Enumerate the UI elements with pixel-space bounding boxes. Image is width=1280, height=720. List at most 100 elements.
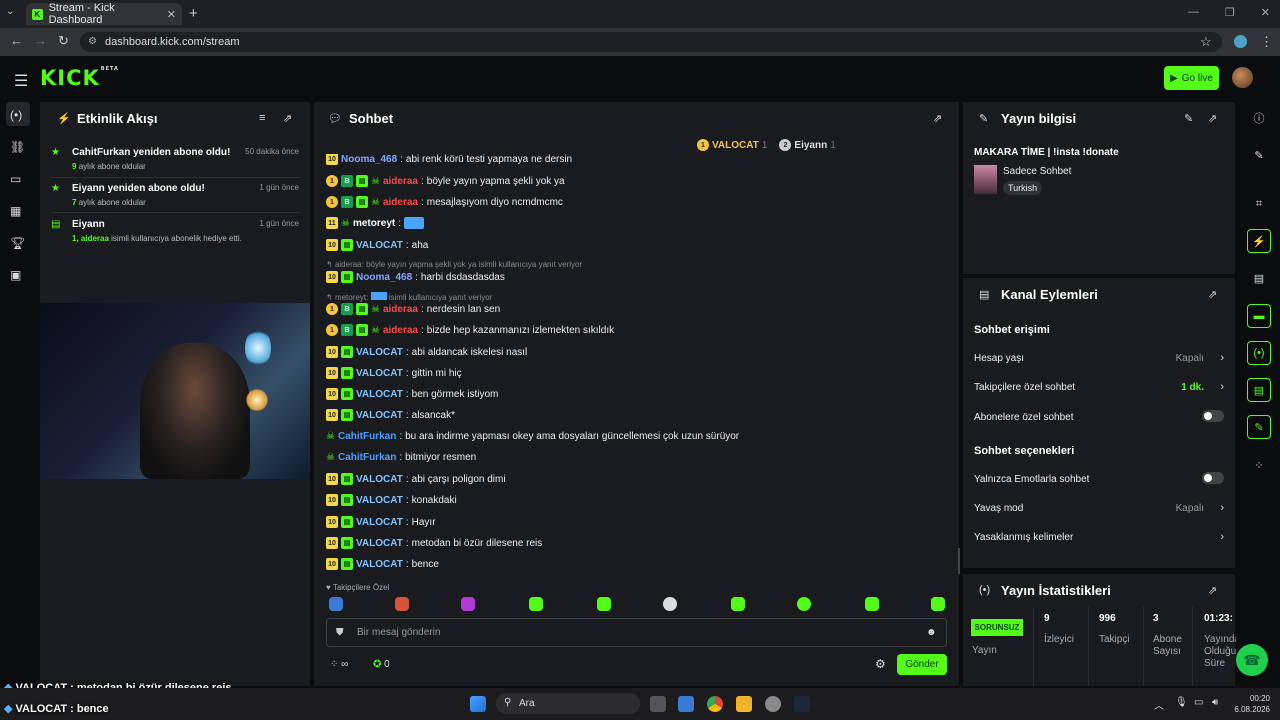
chat-title: Sohbet <box>349 111 394 126</box>
back-icon[interactable]: ← <box>10 33 23 48</box>
emote-icon[interactable] <box>663 597 677 611</box>
channel-actions-panel <box>963 278 1235 568</box>
hamburger-menu-icon[interactable]: ☰ <box>14 71 28 91</box>
reload-icon[interactable]: ↻ <box>58 33 69 49</box>
support-chat-icon[interactable]: ☎ <box>1236 644 1268 676</box>
capture-icon[interactable]: ⌗ <box>1247 192 1271 216</box>
emote-icon[interactable] <box>461 597 475 611</box>
filter-icon[interactable]: ≡ <box>259 112 265 124</box>
new-tab-icon[interactable]: + <box>189 5 198 22</box>
chevron-right-icon: › <box>1220 531 1224 543</box>
send-button[interactable]: Gönder <box>897 654 947 675</box>
chat-bubble-icon[interactable]: ▬ <box>1247 304 1271 328</box>
clips-icon[interactable]: ▣ <box>10 268 21 282</box>
kick-logo[interactable]: KICKBETA <box>40 66 119 90</box>
browser-tab[interactable]: K Stream - Kick Dashboard ✕ <box>26 2 182 26</box>
window-controls: — ❐ ✕ <box>1188 6 1270 19</box>
points-icon[interactable]: ⁘ ∞ <box>330 659 348 670</box>
followers-only-notice: ♥ Takipçilere Özel <box>326 583 390 592</box>
close-window-icon[interactable]: ✕ <box>1261 6 1270 19</box>
emote-icon[interactable] <box>529 597 543 611</box>
points-icon[interactable]: ⁘ <box>1247 453 1271 477</box>
emoji-icon[interactable]: ☻ <box>926 627 937 638</box>
stat-followers: 996 Takipçi <box>1099 613 1130 645</box>
stream-icon[interactable]: (•) <box>10 108 22 122</box>
stream-title: MAKARA TİME | !insta !donate <box>974 147 1119 158</box>
stat-subs: 3 Abone Sayısı <box>1153 613 1182 657</box>
steam-icon[interactable] <box>794 696 810 712</box>
channel-actions-icon[interactable]: ▤ <box>1247 378 1271 402</box>
popout-icon[interactable]: ⇗ <box>283 112 292 125</box>
settings-gear-icon[interactable]: ⚙ <box>875 657 886 671</box>
broadcast-icon[interactable]: (•) <box>1247 341 1271 365</box>
emote-icon[interactable] <box>597 597 611 611</box>
chat-message: ☠ CahitFurkan: bu ara indirme yapması oke… <box>326 431 740 442</box>
analytics-icon[interactable]: ▦ <box>10 204 21 218</box>
windows-start-icon[interactable] <box>470 696 486 712</box>
go-live-button[interactable]: ▶ Go live <box>1164 66 1219 90</box>
popout-icon[interactable]: ⇗ <box>933 112 942 125</box>
emote-icon[interactable] <box>865 597 879 611</box>
chat-message: 1 B ▤ ☠ aideraa: nerdesin lan sen <box>326 303 500 315</box>
kick-coin-icon[interactable]: ✪ 0 <box>373 659 390 670</box>
chat-message: 10 ▤ VALOCAT: konakdaki <box>326 494 457 506</box>
window-icon[interactable]: ▭ <box>10 172 21 186</box>
subs-chat-toggle[interactable] <box>1202 410 1224 422</box>
chat-message: 10 ▤ Nooma_468: harbi dsdasdasdas <box>326 271 505 283</box>
volume-icon[interactable]: 🔊︎ <box>1212 697 1218 708</box>
emote-icon[interactable] <box>395 597 409 611</box>
slow-mode-row[interactable]: Yavaş mod Kapalı › <box>974 502 1224 514</box>
trophy-icon[interactable]: 🏆︎ <box>10 236 25 250</box>
close-tab-icon[interactable]: ✕ <box>167 8 176 21</box>
emote-icon[interactable] <box>731 597 745 611</box>
taskbar-search[interactable]: Ara <box>496 693 640 714</box>
browser-menu-icon[interactable]: ⋮ <box>1260 34 1273 50</box>
bookmark-star-icon[interactable]: ☆ <box>1200 34 1212 50</box>
chrome-icon[interactable] <box>707 696 723 712</box>
site-info-icon[interactable]: ⚙ <box>88 36 97 47</box>
task-view-icon[interactable] <box>650 696 666 712</box>
reply-preview: ↰ metoreyt: isimli kullanıcıya yanıt ver… <box>326 292 493 302</box>
mic-icon[interactable]: 🎙︎ <box>1175 697 1188 708</box>
divider <box>51 177 301 178</box>
user-avatar[interactable] <box>1232 67 1253 88</box>
forward-icon[interactable]: → <box>34 33 47 48</box>
popout-icon[interactable]: ⇗ <box>1208 584 1217 597</box>
chat-scrollbar[interactable] <box>958 548 960 574</box>
lightning-icon[interactable]: ⚡ <box>1247 229 1271 253</box>
account-age-row[interactable]: Hesap yaşı Kapalı › <box>974 352 1224 364</box>
obs-icon[interactable] <box>765 696 781 712</box>
store-icon[interactable] <box>678 696 694 712</box>
file-explorer-icon[interactable] <box>736 696 752 712</box>
banned-words-row[interactable]: Yasaklanmış kelimeler › <box>974 531 1224 543</box>
chat-message: 10 ▤ VALOCAT: metodan bi özür dilesene rei… <box>326 537 542 549</box>
tray-chevron-icon[interactable]: ︿ <box>1154 697 1164 712</box>
emote-icon[interactable] <box>329 597 343 611</box>
browser-profile-icon[interactable] <box>1234 35 1247 48</box>
pencil-icon[interactable]: ✎ <box>1247 143 1271 167</box>
edit-pencil-icon[interactable]: ✎ <box>1184 112 1193 125</box>
chat-input[interactable]: Bir mesaj gönderin <box>326 618 947 647</box>
minimize-icon[interactable]: — <box>1188 6 1199 19</box>
chevron-right-icon: › <box>1220 352 1224 364</box>
taskbar-clock[interactable]: 00:20 6.08.2026 <box>1234 693 1270 715</box>
tab-list-icon[interactable]: ⌄ <box>6 6 14 17</box>
emote-icon[interactable] <box>931 597 945 611</box>
maximize-icon[interactable]: ❐ <box>1225 6 1235 19</box>
notes-icon[interactable]: ▤ <box>1247 266 1271 290</box>
emote-only-toggle[interactable] <box>1202 472 1224 484</box>
info-icon[interactable]: ⓘ <box>1247 106 1271 130</box>
link-icon[interactable]: ⛓ <box>10 140 25 154</box>
category-name: Sadece Sohbet <box>1003 166 1072 177</box>
network-icon[interactable]: ▭ <box>1194 697 1203 708</box>
popout-icon[interactable]: ⇗ <box>1208 288 1217 301</box>
reply-preview: ↰ aideraa: böyle yayın yapma şekli yok y… <box>326 260 583 269</box>
emote-icon[interactable] <box>797 597 811 611</box>
url-field[interactable]: dashboard.kick.com/stream <box>80 32 1222 52</box>
wrench-icon[interactable]: ✎ <box>1247 415 1271 439</box>
popout-icon[interactable]: ⇗ <box>1208 112 1217 125</box>
chat-message: 10 ▤ VALOCAT: abi aldancak iskelesi nasıl <box>326 346 527 358</box>
shield-icon: ⛊ <box>336 627 344 638</box>
followers-chat-row[interactable]: Takipçilere özel sohbet 1 dk. › <box>974 381 1224 393</box>
channel-actions-icon: ▤ <box>979 289 990 301</box>
